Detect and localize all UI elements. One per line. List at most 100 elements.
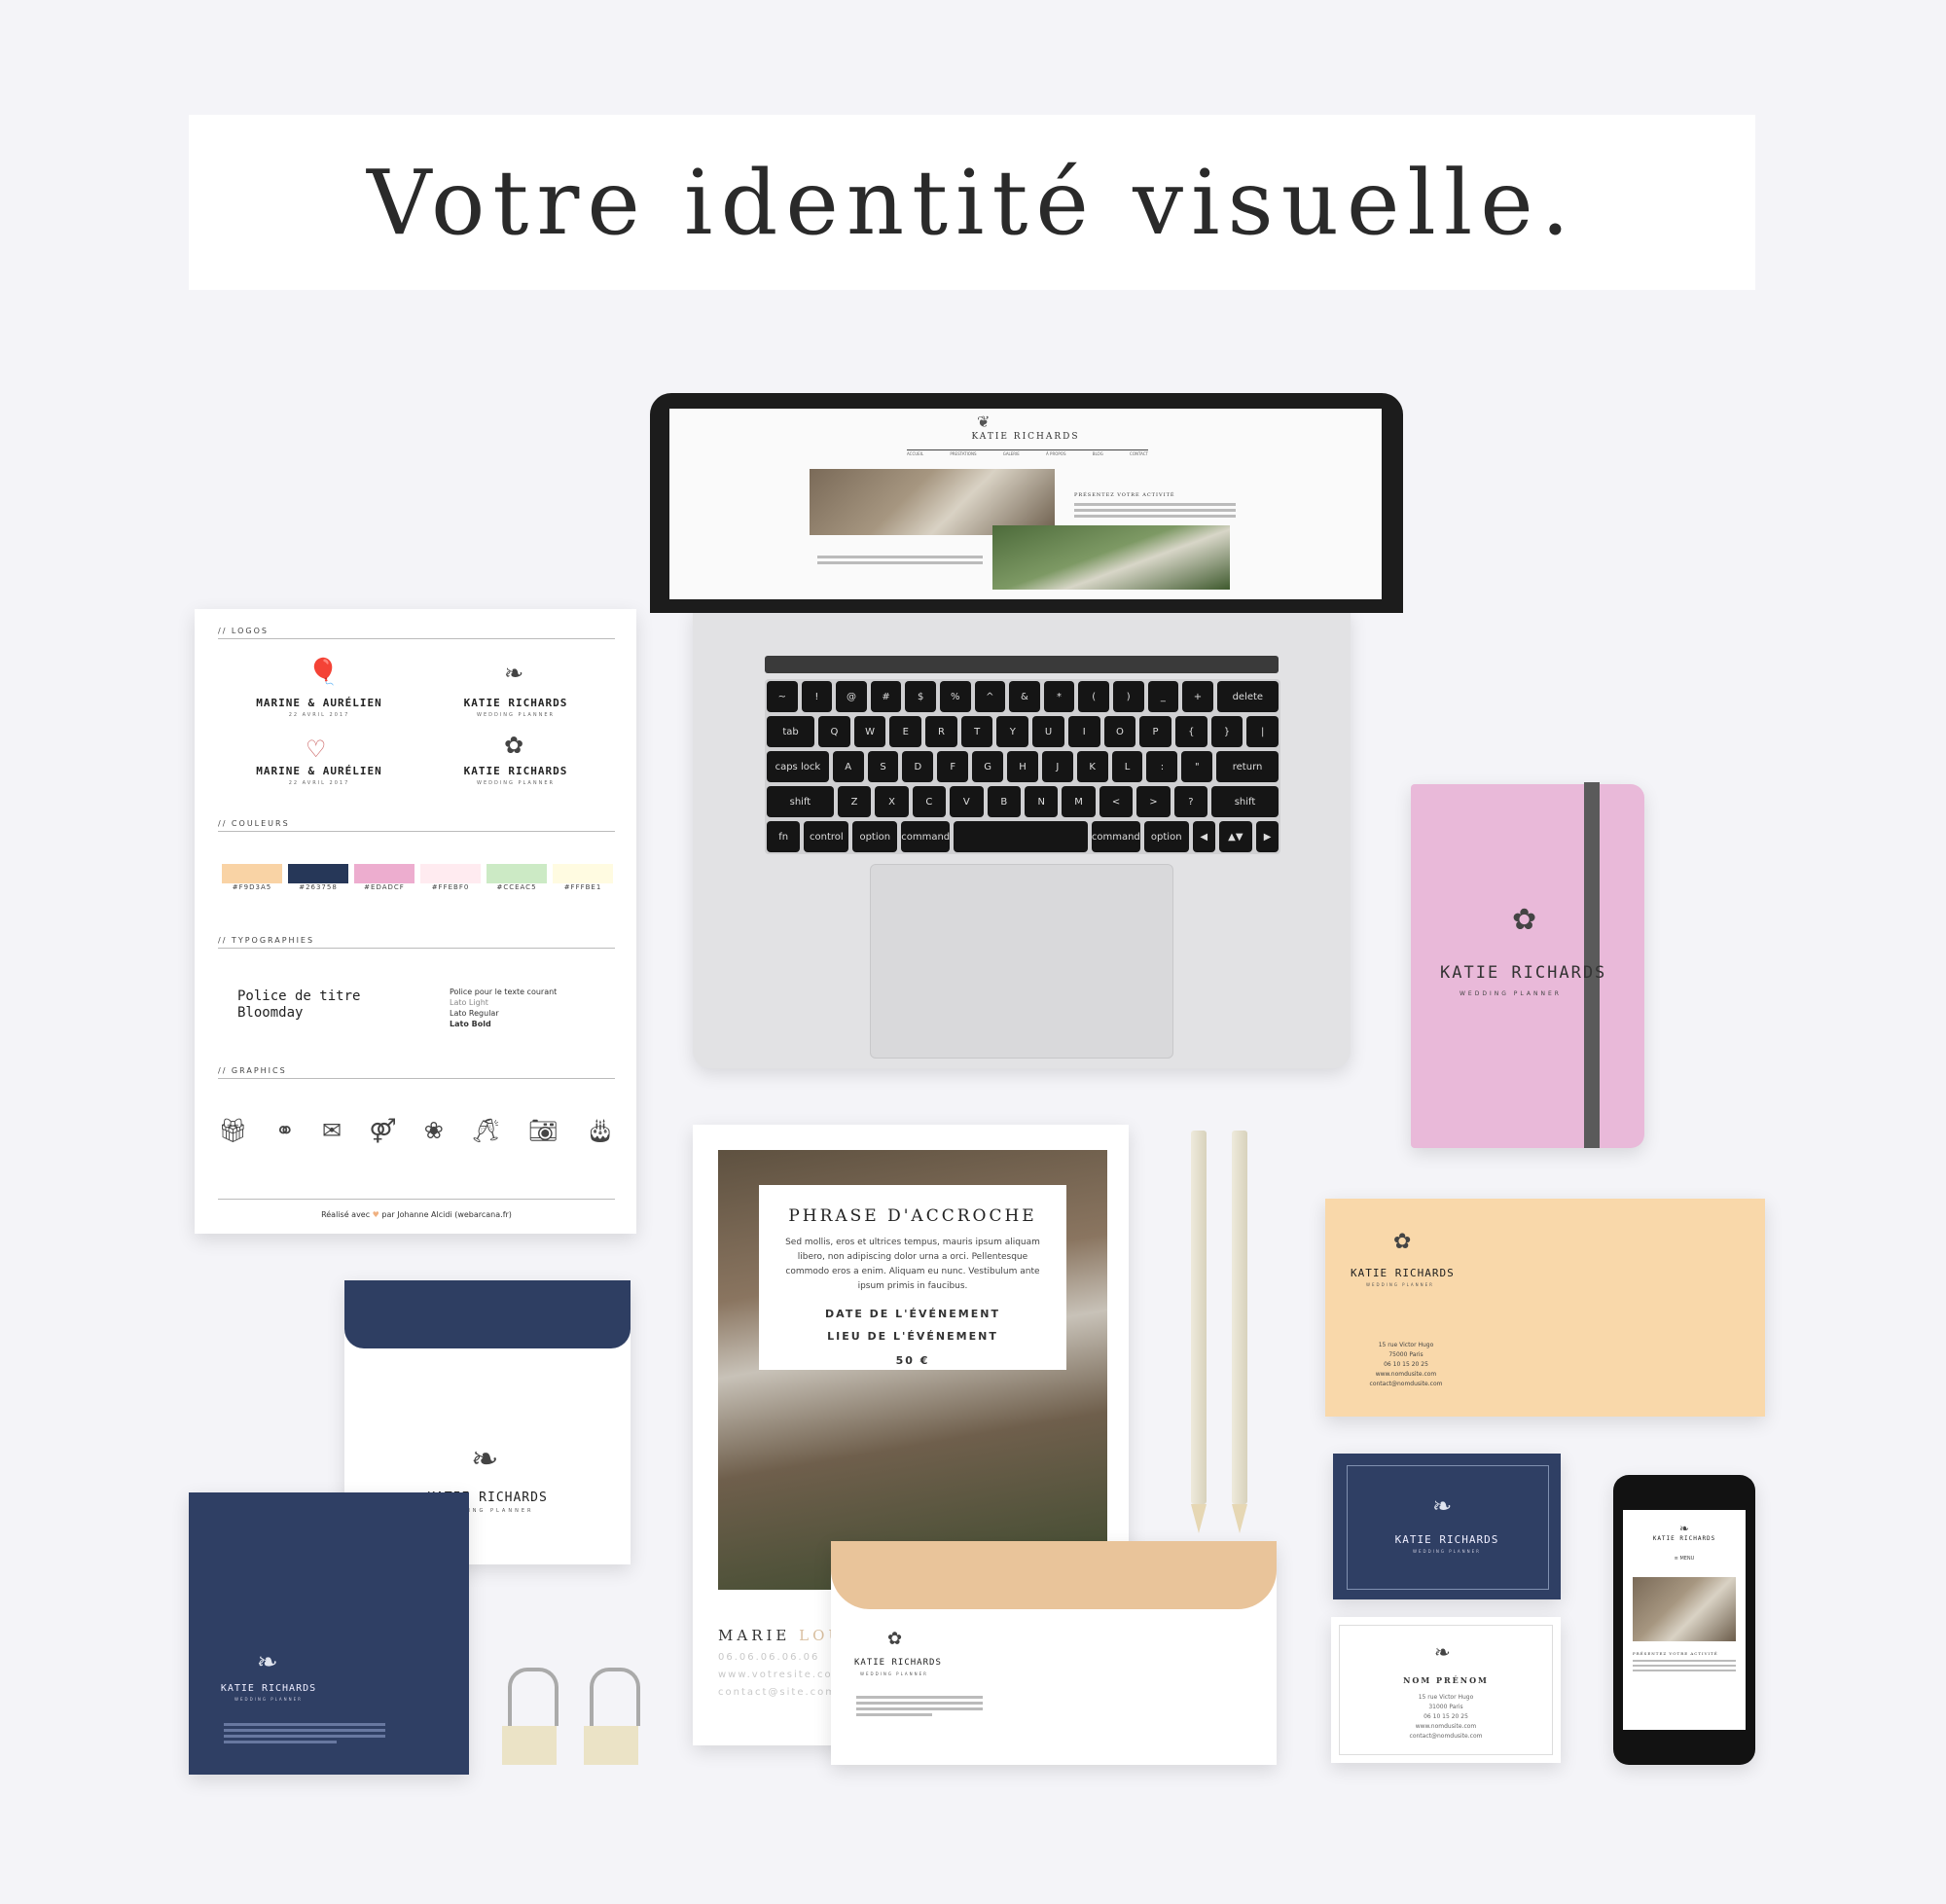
keyboard-key[interactable]: H <box>1007 751 1038 782</box>
keyboard-key[interactable]: C <box>912 786 947 817</box>
keyboard-key[interactable]: ! <box>801 681 833 712</box>
site-nav-item[interactable]: ACCUEIL <box>907 451 923 456</box>
keyboard-key[interactable]: T <box>960 716 993 747</box>
bouquet-icon: ✿ <box>887 1629 903 1649</box>
keyboard-key[interactable]: return <box>1216 751 1279 782</box>
keyboard-key[interactable]: } <box>1210 716 1243 747</box>
card-person-name: NOM PRÉNOM <box>1403 1675 1489 1685</box>
keyboard-key[interactable]: ) <box>1112 681 1144 712</box>
keyboard-key[interactable]: A <box>832 751 864 782</box>
card-address: 15 rue Victor Hugo 31000 Paris 06 10 15 … <box>1331 1693 1561 1742</box>
keyboard-key[interactable]: shift <box>767 786 834 817</box>
trackpad[interactable] <box>870 864 1173 1059</box>
email-line[interactable]: contact@nomdusite.com <box>1343 1380 1469 1389</box>
site-nav-item[interactable]: GALERIE <box>1003 451 1020 456</box>
keyboard-key[interactable]: command <box>1091 821 1140 852</box>
footer-text: Réalisé avec <box>321 1210 371 1219</box>
card-brand-sub: WEDDING PLANNER <box>1366 1282 1434 1287</box>
keyboard-key[interactable]: G <box>972 751 1004 782</box>
keyboard-key[interactable]: S <box>867 751 899 782</box>
touch-bar[interactable] <box>765 656 1279 673</box>
flyer-body: Sed mollis, eros et ultrices tempus, mau… <box>785 1238 1040 1291</box>
keyboard-key[interactable]: * <box>1043 681 1075 712</box>
keyboard-key[interactable]: ▲▼ <box>1218 821 1253 852</box>
section-label-logos: // LOGOS <box>218 627 269 635</box>
email-line[interactable]: contact@nomdusite.com <box>1331 1732 1561 1742</box>
keyboard-key[interactable]: J <box>1041 751 1073 782</box>
keyboard-key[interactable]: " <box>1181 751 1213 782</box>
phone-menu-button[interactable]: ≡ MENU <box>1623 1556 1746 1562</box>
site-nav-item[interactable]: CONTACT <box>1130 451 1148 456</box>
keyboard-key[interactable]: ◀ <box>1192 821 1215 852</box>
keyboard-key[interactable]: $ <box>905 681 936 712</box>
keyboard-key[interactable]: I <box>1067 716 1100 747</box>
keyboard-key[interactable]: Y <box>996 716 1029 747</box>
keyboard-key[interactable]: R <box>925 716 957 747</box>
keyboard-key[interactable]: K <box>1076 751 1108 782</box>
divider <box>218 948 615 949</box>
keyboard-key[interactable]: shift <box>1211 786 1279 817</box>
keyboard-key[interactable]: option <box>1143 821 1189 852</box>
divider <box>218 831 615 832</box>
keyboard-key[interactable]: ^ <box>974 681 1006 712</box>
keyboard-key[interactable]: V <box>950 786 984 817</box>
keyboard-key[interactable]: _ <box>1147 681 1179 712</box>
keyboard-key[interactable]: ~ <box>767 681 798 712</box>
keyboard-key[interactable]: B <box>987 786 1021 817</box>
branch-icon: ❧ <box>1432 1492 1453 1520</box>
keyboard-key[interactable]: Z <box>837 786 872 817</box>
pencil <box>1191 1131 1207 1533</box>
keyboard-key[interactable]: X <box>875 786 909 817</box>
keyboard-key[interactable]: F <box>937 751 969 782</box>
keyboard-key[interactable]: ? <box>1173 786 1208 817</box>
keyboard-key[interactable]: L <box>1111 751 1143 782</box>
keyboard-key[interactable]: ( <box>1078 681 1109 712</box>
rings-icon: ⚭ <box>274 1117 295 1144</box>
keyboard-key[interactable]: W <box>853 716 886 747</box>
keyboard-key[interactable]: : <box>1146 751 1178 782</box>
keyboard-key[interactable]: O <box>1103 716 1136 747</box>
keyboard-key[interactable]: + <box>1182 681 1213 712</box>
keyboard-key[interactable]: | <box>1246 716 1279 747</box>
footer-credit[interactable]: par Johanne Alcidi (webarcana.fr) <box>381 1210 512 1219</box>
site-nav-item[interactable]: PRESTATIONS <box>950 451 976 456</box>
keyboard-key[interactable]: { <box>1174 716 1207 747</box>
color-swatch <box>420 864 481 883</box>
keyboard-key[interactable]: U <box>1032 716 1064 747</box>
keyboard-key[interactable]: caps lock <box>767 751 829 782</box>
keyboard-key[interactable]: < <box>1099 786 1134 817</box>
wreath-icon: ❀ <box>423 1117 444 1144</box>
keyboard-key[interactable]: @ <box>836 681 867 712</box>
address-line: 31000 Paris <box>1428 1704 1463 1710</box>
keyboard: ~! @ # $% ^ & *() _ + delete tab Q W E R T Y U I O P{} | cap… <box>765 679 1280 854</box>
site-nav-item[interactable]: À PROPOS <box>1046 451 1065 456</box>
keyboard-key[interactable]: E <box>889 716 922 747</box>
site-nav-item[interactable]: BLOG <box>1093 451 1103 456</box>
color-swatch <box>553 864 613 883</box>
keyboard-key[interactable]: D <box>902 751 934 782</box>
keyboard-key[interactable]: tab <box>767 716 815 747</box>
keyboard-key[interactable]: & <box>1009 681 1040 712</box>
keyboard-key[interactable]: N <box>1024 786 1059 817</box>
balloons-icon: 🎈 <box>307 658 340 687</box>
keyboard-key[interactable]: ▶ <box>1256 821 1279 852</box>
section-label-graphics: // GRAPHICS <box>218 1066 287 1075</box>
keyboard-key[interactable]: M <box>1062 786 1096 817</box>
keyboard-key[interactable]: Q <box>818 716 850 747</box>
space-key[interactable] <box>954 821 1088 852</box>
keyboard-key[interactable]: control <box>804 821 849 852</box>
website-line[interactable]: www.nomdusite.com <box>1343 1370 1469 1380</box>
keyboard-key[interactable]: > <box>1136 786 1171 817</box>
address-line: 75000 Paris <box>1388 1351 1423 1358</box>
divider <box>218 1078 615 1079</box>
keyboard-key[interactable]: command <box>901 821 951 852</box>
keyboard-key[interactable]: fn <box>767 821 801 852</box>
keyboard-key[interactable]: % <box>939 681 971 712</box>
keyboard-key[interactable]: option <box>852 821 898 852</box>
keyboard-key[interactable]: delete <box>1216 681 1279 712</box>
website-line[interactable]: www.nomdusite.com <box>1331 1722 1561 1732</box>
flyer-place: LIEU DE L'ÉVÉNEMENT <box>827 1330 998 1343</box>
envelope-brand-sub: WEDDING PLANNER <box>234 1697 303 1702</box>
keyboard-key[interactable]: P <box>1139 716 1171 747</box>
keyboard-key[interactable]: # <box>870 681 902 712</box>
